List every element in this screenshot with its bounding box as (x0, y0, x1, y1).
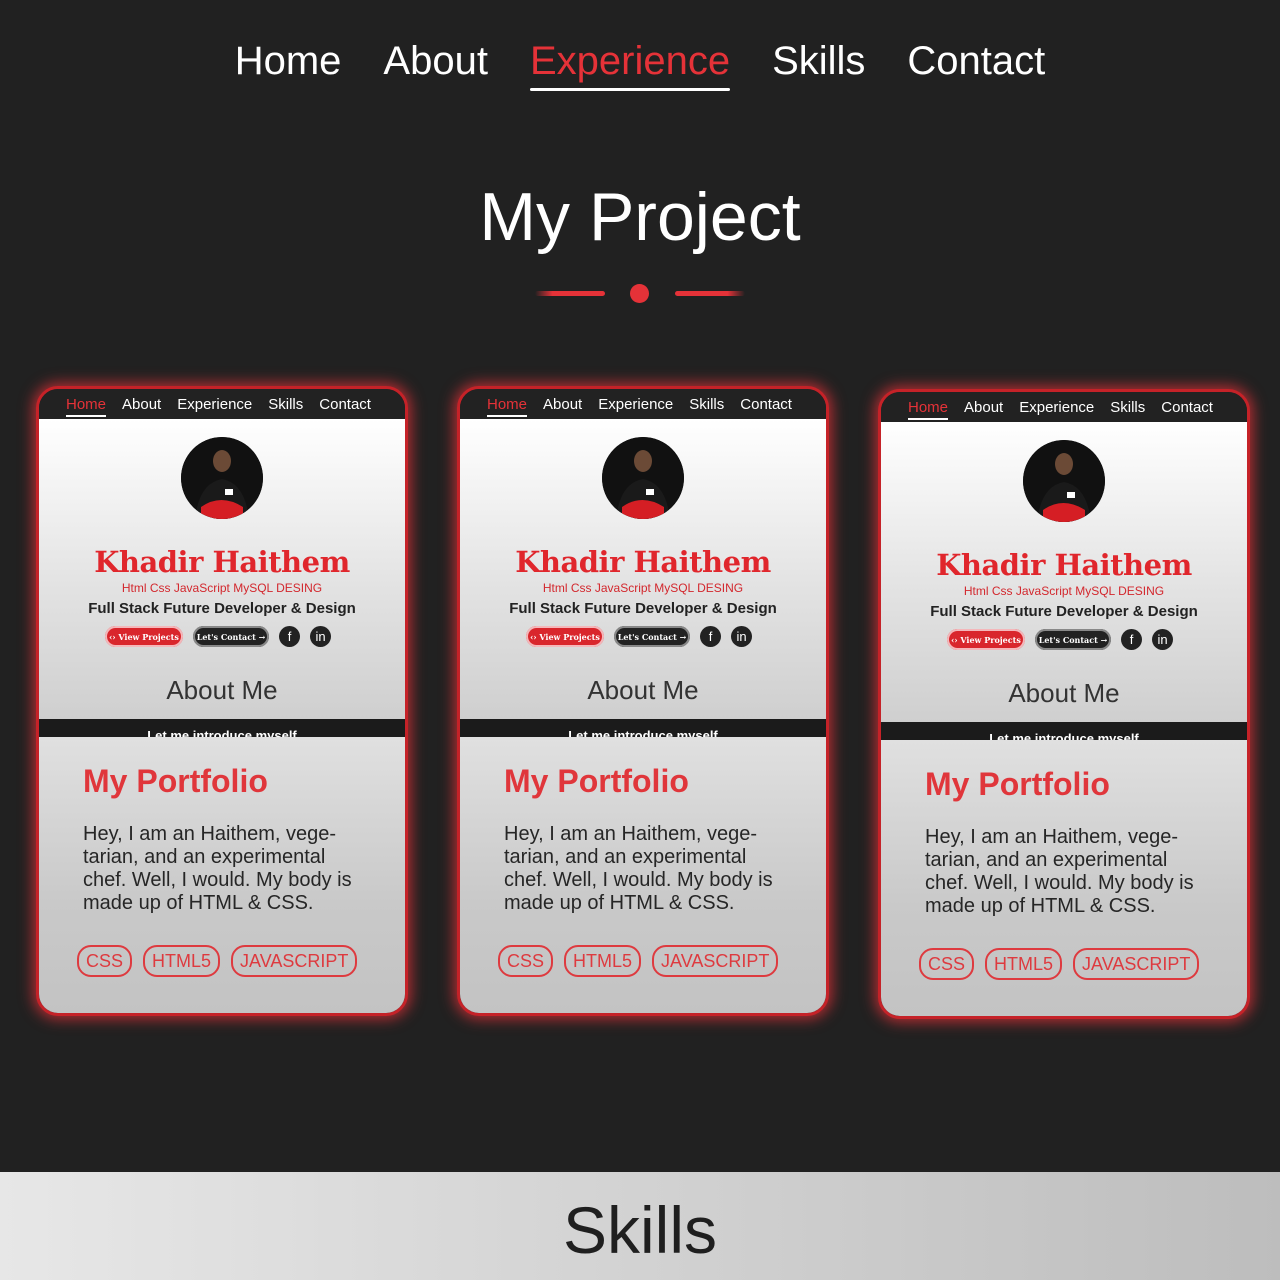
project-card[interactable]: Home About Experience Skills Contact Kha… (36, 386, 408, 1016)
card-preview-nav: Home About Experience Skills Contact (39, 389, 405, 419)
preview-view-projects-button: ‹› View Projects (526, 626, 604, 647)
preview-name: Khadir Haithem (515, 545, 771, 579)
card-body: My Portfolio Hey, I am an Haithem, vege-… (460, 737, 826, 1013)
tag-css[interactable]: CSS (498, 945, 554, 977)
preview-strip: Let me introduce myself (881, 722, 1247, 740)
preview-about-heading: About Me (587, 675, 699, 705)
card-body: My Portfolio Hey, I am an Haithem, vege-… (39, 737, 405, 1013)
divider-line-right (675, 291, 745, 296)
preview-contact-button: Let's Contact → (1035, 629, 1111, 650)
linkedin-icon: in (731, 626, 752, 647)
preview-nav-about: About (122, 396, 162, 413)
tag-html5[interactable]: HTML5 (143, 945, 221, 977)
title-divider (535, 284, 745, 304)
preview-contact-button: Let's Contact → (614, 626, 690, 647)
nav-contact[interactable]: Contact (907, 38, 1045, 84)
card-title: My Portfolio (504, 763, 689, 799)
main-nav: Home About Experience Skills Contact (0, 0, 1280, 130)
nav-home[interactable]: Home (235, 38, 342, 84)
preview-nav-contact: Contact (740, 396, 792, 413)
tag-html5[interactable]: HTML5 (564, 945, 642, 977)
preview-buttons: ‹› View Projects Let's Contact → f in (526, 626, 752, 647)
preview-strip: Let me introduce myself (39, 719, 405, 737)
card-preview-hero: Khadir Haithem Html Css JavaScript MySQL… (460, 419, 826, 719)
preview-nav-home: Home (487, 396, 528, 419)
card-description: Hey, I am an Haithem, vege-tarian, and a… (83, 823, 352, 914)
card-description: Hey, I am an Haithem, vege-tarian, and a… (504, 823, 773, 914)
facebook-icon: f (700, 626, 721, 647)
preview-nav-skills: Skills (268, 396, 304, 413)
tag-css[interactable]: CSS (77, 945, 133, 977)
preview-nav-skills: Skills (1110, 399, 1146, 416)
linkedin-icon: in (1152, 629, 1173, 650)
preview-strip: Let me introduce myself (460, 719, 826, 737)
preview-nav-home: Home (908, 399, 949, 422)
preview-name: Khadir Haithem (94, 545, 350, 579)
card-preview-hero: Khadir Haithem Html Css JavaScript MySQL… (881, 422, 1247, 722)
preview-nav-experience: Experience (177, 396, 253, 413)
divider-dot (630, 284, 649, 303)
preview-view-projects-button: ‹› View Projects (105, 626, 183, 647)
preview-nav-about: About (964, 399, 1004, 416)
preview-contact-button: Let's Contact → (193, 626, 269, 647)
preview-role: Full Stack Future Developer & Design (88, 600, 356, 617)
preview-about-heading: About Me (166, 675, 278, 705)
preview-name: Khadir Haithem (936, 548, 1192, 582)
preview-buttons: ‹› View Projects Let's Contact → f in (105, 626, 331, 647)
card-preview-nav: Home About Experience Skills Contact (460, 389, 826, 419)
skills-section-header: Skills (0, 1172, 1280, 1280)
card-description: Hey, I am an Haithem, vege-tarian, and a… (925, 826, 1194, 917)
card-title: My Portfolio (83, 763, 268, 799)
preview-skills-line: Html Css JavaScript MySQL DESING (542, 581, 744, 595)
preview-skills-line: Html Css JavaScript MySQL DESING (121, 581, 323, 595)
project-card[interactable]: Home About Experience Skills Contact Kha… (457, 386, 829, 1016)
skills-title: Skills (562, 1193, 717, 1267)
avatar (181, 437, 263, 519)
preview-nav-contact: Contact (1161, 399, 1213, 416)
card-preview-nav: Home About Experience Skills Contact (881, 392, 1247, 422)
nav-about[interactable]: About (383, 38, 488, 84)
nav-experience[interactable]: Experience (529, 38, 731, 91)
card-preview-hero: Khadir Haithem Html Css JavaScript MySQL… (39, 419, 405, 719)
card-title: My Portfolio (925, 766, 1110, 802)
tag-list: CSS HTML5 JAVASCRIPT (498, 945, 779, 977)
preview-strip-text: Let me introduce myself (989, 731, 1139, 740)
preview-view-projects-button: ‹› View Projects (947, 629, 1025, 650)
linkedin-icon: in (310, 626, 331, 647)
tag-javascript[interactable]: JAVASCRIPT (1073, 948, 1200, 980)
tag-javascript[interactable]: JAVASCRIPT (231, 945, 358, 977)
section-title: My Project (479, 179, 801, 255)
tag-list: CSS HTML5 JAVASCRIPT (919, 948, 1200, 980)
preview-nav-experience: Experience (1019, 399, 1095, 416)
divider-line-left (535, 291, 605, 296)
preview-role: Full Stack Future Developer & Design (509, 600, 777, 617)
facebook-icon: f (279, 626, 300, 647)
avatar (602, 437, 684, 519)
preview-about-heading: About Me (1008, 678, 1120, 708)
nav-skills[interactable]: Skills (772, 38, 865, 84)
preview-strip-text: Let me introduce myself (147, 728, 297, 737)
tag-html5[interactable]: HTML5 (985, 948, 1063, 980)
project-card[interactable]: Home About Experience Skills Contact Kha… (878, 389, 1250, 1019)
tag-list: CSS HTML5 JAVASCRIPT (77, 945, 358, 977)
tag-css[interactable]: CSS (919, 948, 975, 980)
preview-role: Full Stack Future Developer & Design (930, 603, 1198, 620)
preview-nav-contact: Contact (319, 396, 371, 413)
preview-nav-about: About (543, 396, 583, 413)
preview-buttons: ‹› View Projects Let's Contact → f in (947, 629, 1173, 650)
preview-nav-experience: Experience (598, 396, 674, 413)
card-body: My Portfolio Hey, I am an Haithem, vege-… (881, 740, 1247, 1016)
preview-nav-home: Home (66, 396, 107, 419)
preview-skills-line: Html Css JavaScript MySQL DESING (963, 584, 1165, 598)
facebook-icon: f (1121, 629, 1142, 650)
avatar (1023, 440, 1105, 522)
preview-strip-text: Let me introduce myself (568, 728, 718, 737)
tag-javascript[interactable]: JAVASCRIPT (652, 945, 779, 977)
preview-nav-skills: Skills (689, 396, 725, 413)
